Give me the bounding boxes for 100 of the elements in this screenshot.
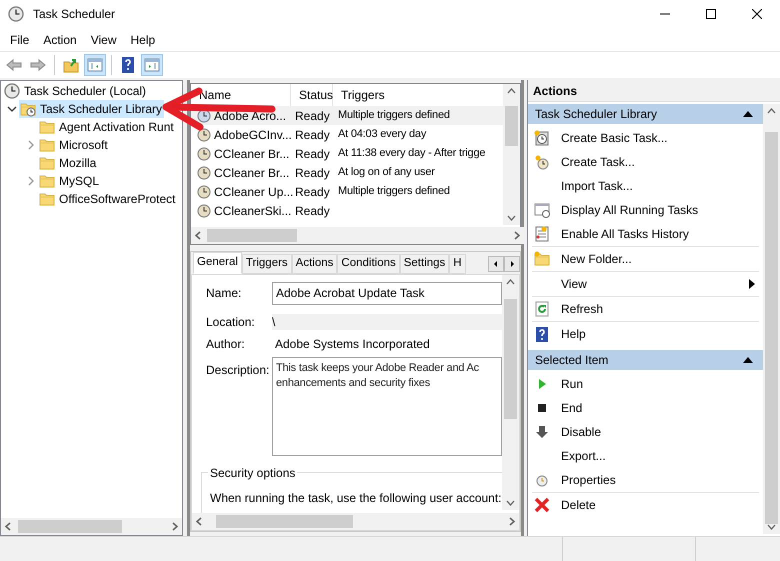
- section-header[interactable]: Task Scheduler Library: [528, 104, 763, 124]
- chevron-right-icon[interactable]: [26, 140, 36, 150]
- command-item[interactable]: Help: [532, 322, 759, 346]
- scrollbar[interactable]: [192, 513, 519, 530]
- tab[interactable]: Triggers: [242, 254, 292, 274]
- maximize-icon[interactable]: [706, 9, 716, 19]
- tab[interactable]: Settings: [400, 254, 450, 274]
- collapse-icon[interactable]: [743, 357, 753, 363]
- window-title: Task Scheduler: [33, 6, 116, 23]
- field-label: Description:: [206, 362, 270, 379]
- command-item[interactable]: Create Basic Task...: [532, 126, 759, 150]
- tab-scroll-right-icon[interactable]: [504, 256, 520, 272]
- location-field: \: [272, 314, 502, 330]
- scroll-thumb[interactable]: [505, 106, 518, 146]
- tab[interactable]: H: [449, 254, 466, 274]
- folder-star-icon: [534, 251, 550, 267]
- scroll-thumb[interactable]: [216, 515, 353, 528]
- tab[interactable]: Actions: [292, 254, 338, 274]
- scrollbar[interactable]: [503, 84, 520, 225]
- tab[interactable]: Conditions: [337, 254, 400, 274]
- menu-item[interactable]: Help: [124, 30, 162, 50]
- tree-item[interactable]: Mozilla: [38, 154, 98, 172]
- column-header[interactable]: Triggers: [333, 84, 503, 106]
- command-item[interactable]: New Folder...: [532, 247, 759, 271]
- table-cell-text: Multiple triggers defined: [337, 108, 450, 124]
- field-label: Author:: [206, 336, 246, 353]
- menu-item[interactable]: File: [3, 30, 36, 50]
- clock-icon: [4, 83, 20, 99]
- table-cell-text: CCleaner Up...: [214, 184, 294, 200]
- command-item[interactable]: End: [532, 396, 759, 420]
- scrollbar[interactable]: [763, 104, 780, 534]
- scroll-thumb[interactable]: [18, 520, 122, 533]
- clock-icon: [197, 204, 211, 218]
- scrollbar[interactable]: [191, 227, 524, 244]
- submenu-arrow-icon: [749, 279, 755, 289]
- author-value: Adobe Systems Incorporated: [274, 336, 430, 353]
- folder-icon: [39, 191, 55, 207]
- command-item[interactable]: Import Task...: [532, 174, 759, 198]
- tree-item[interactable]: Task Scheduler Library: [19, 100, 164, 118]
- chevron-right-icon[interactable]: [26, 176, 36, 186]
- scroll-thumb[interactable]: [504, 299, 517, 419]
- table-row[interactable]: Adobe Acro... Ready Multiple triggers defined: [191, 106, 503, 125]
- scrollbar[interactable]: [1, 518, 182, 535]
- command-item[interactable]: Create Task...: [532, 150, 759, 174]
- tree-item[interactable]: Task Scheduler (Local): [3, 82, 148, 100]
- name-field[interactable]: Adobe Acrobat Update Task: [272, 282, 502, 304]
- table-cell-text: AdobeGCInv...: [214, 126, 292, 144]
- table-row[interactable]: CCleanerSki... Ready: [191, 201, 503, 220]
- table-cell-text: At 04:03 every day: [337, 127, 426, 142]
- cross-icon: [534, 497, 550, 513]
- folder-icon: [39, 155, 55, 171]
- clock-icon: [197, 166, 211, 180]
- tree-item[interactable]: Agent Activation Runt: [38, 118, 176, 136]
- tree-item[interactable]: OfficeSoftwareProtect: [38, 190, 178, 208]
- tab[interactable]: General: [193, 252, 242, 274]
- command-item[interactable]: Display All Running Tasks: [532, 198, 759, 222]
- command-item[interactable]: Enable All Tasks History: [532, 222, 759, 246]
- list-icon: [534, 226, 550, 242]
- scrollbar[interactable]: [502, 275, 519, 510]
- scroll-thumb[interactable]: [765, 132, 778, 524]
- table-cell-text: Ready: [294, 184, 331, 200]
- table-cell-text: CCleaner Br...: [214, 146, 290, 162]
- folder-icon: [39, 173, 55, 189]
- table-cell-text: Multiple triggers defined: [337, 184, 450, 200]
- pane-toggle-button[interactable]: [84, 54, 106, 76]
- table-cell-text: CCleaner Br...: [214, 164, 290, 182]
- pane-title: Actions: [528, 80, 780, 102]
- command-item[interactable]: Run: [532, 372, 759, 396]
- table-row[interactable]: CCleaner Up...Ready Multiple triggers defined: [191, 182, 503, 201]
- menu-item[interactable]: Action: [36, 30, 84, 50]
- command-item[interactable]: View: [532, 272, 759, 296]
- table-cell-text: At 11:38 every day - After trigge: [337, 146, 486, 162]
- tree-item[interactable]: MySQL: [38, 172, 102, 190]
- security-text: When running the task, use the following user account:: [210, 490, 502, 507]
- table-cell-text: Ready: [294, 126, 331, 144]
- pane-toggle-button[interactable]: [141, 54, 163, 76]
- field-label: Name:: [206, 285, 242, 302]
- command-item[interactable]: Properties: [532, 468, 759, 492]
- command-item[interactable]: Disable: [532, 420, 759, 444]
- table-row[interactable]: CCleaner Br... Ready At 11:38 every day - After trigge: [191, 144, 503, 163]
- folder-icon: [39, 119, 55, 135]
- tab-scroll-left-icon[interactable]: [488, 256, 504, 272]
- table-row[interactable]: CCleaner Br... Ready At log on of any user: [191, 163, 503, 182]
- description-field[interactable]: This task keeps your Adobe Reader and Ac enhancements and security fixes: [272, 357, 502, 456]
- table-row[interactable]: AdobeGCInv... Ready At 04:03 every day: [191, 125, 503, 144]
- command-item[interactable]: Export...: [532, 444, 759, 468]
- section-header[interactable]: Selected Item: [528, 350, 763, 370]
- tree-item[interactable]: Microsoft: [38, 136, 110, 154]
- field-label: Location:: [206, 314, 256, 331]
- table-cell-text: CCleanerSki...: [214, 202, 292, 220]
- command-item[interactable]: Delete: [532, 493, 759, 517]
- collapse-icon[interactable]: [743, 111, 753, 117]
- command-item[interactable]: Refresh: [532, 297, 759, 321]
- menu-item[interactable]: View: [84, 30, 124, 50]
- chevron-down-icon[interactable]: [7, 104, 17, 114]
- clock-icon: [197, 184, 211, 198]
- table-cell-text: Ready: [294, 108, 331, 124]
- scroll-thumb[interactable]: [207, 229, 297, 242]
- clock-star-icon: [534, 154, 550, 170]
- close-icon[interactable]: [752, 9, 762, 19]
